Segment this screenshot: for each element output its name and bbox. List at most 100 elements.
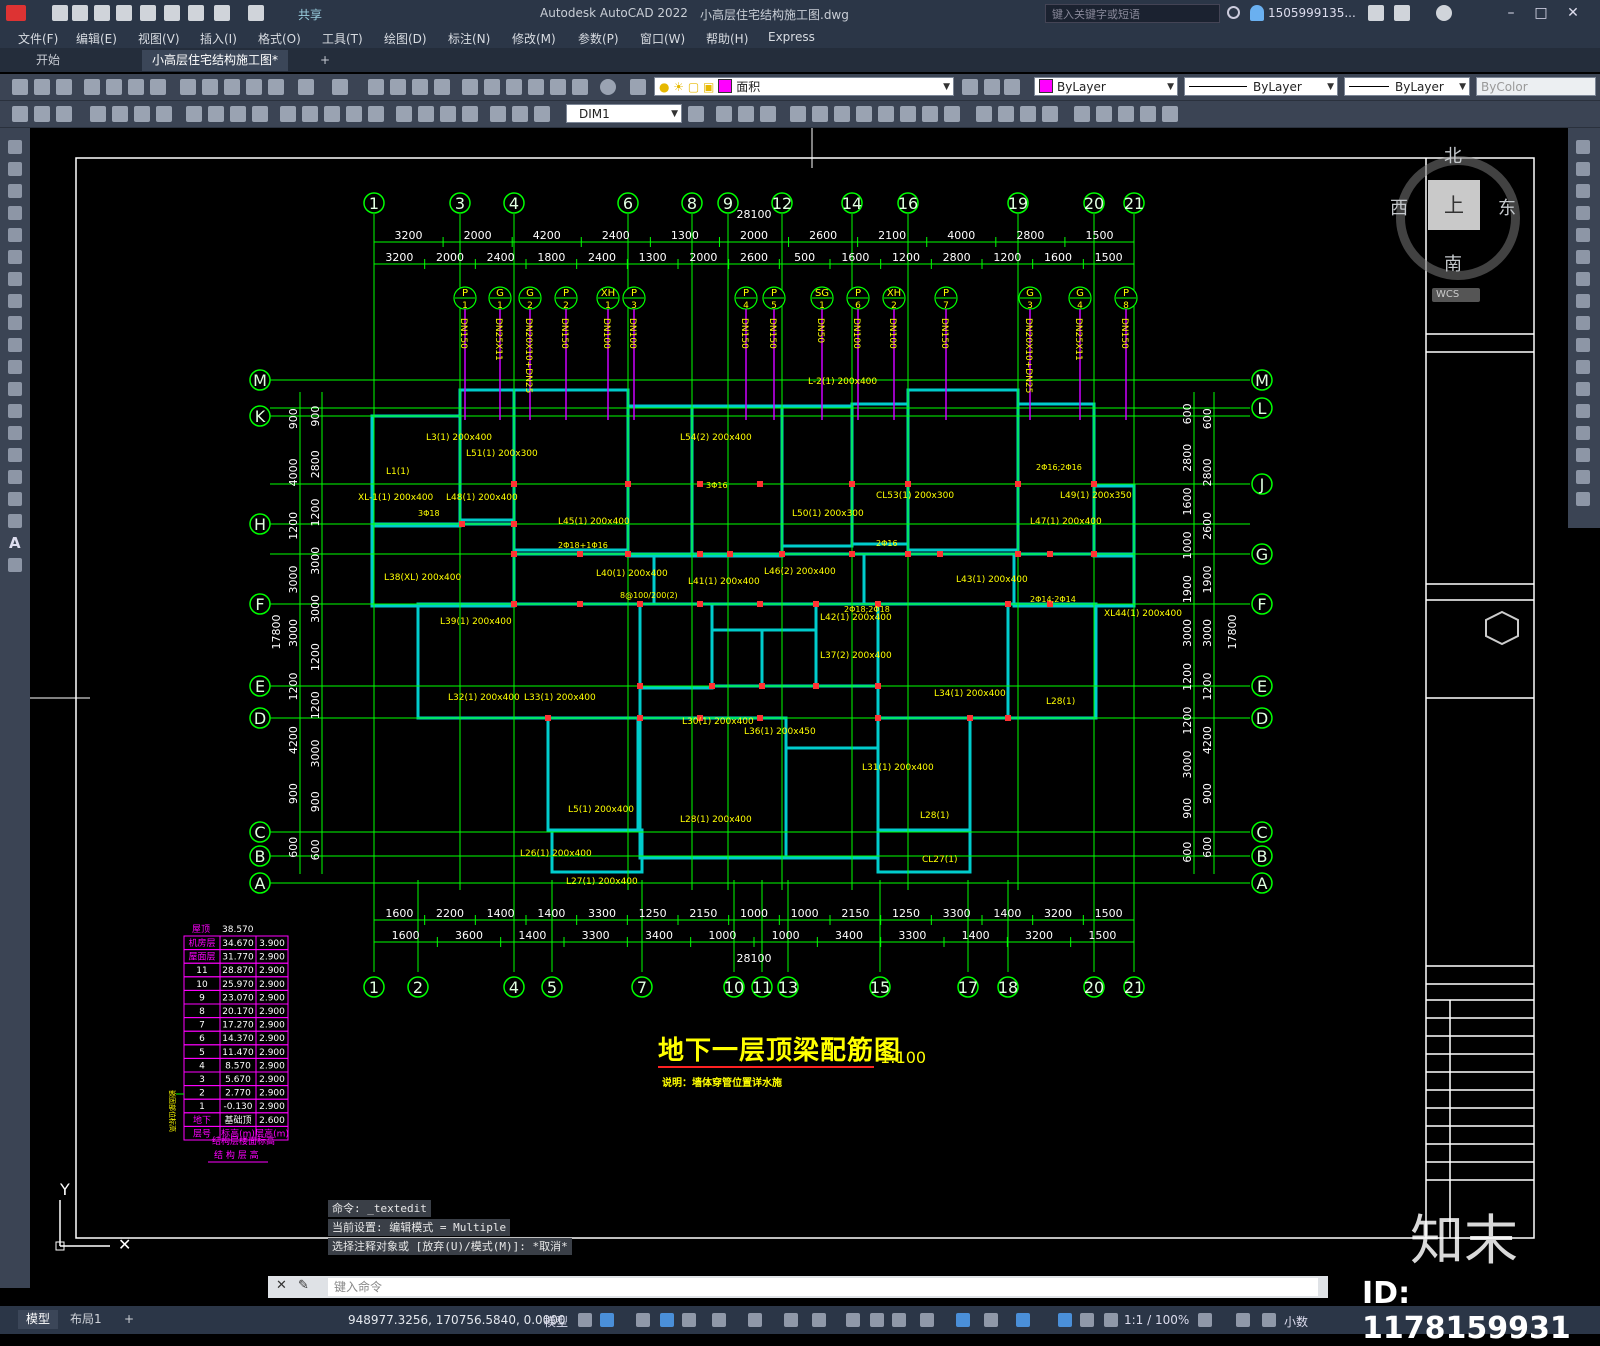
viewcube-east[interactable]: 东 bbox=[1498, 194, 1516, 220]
modify-tool-icon[interactable] bbox=[878, 106, 894, 122]
tab-model[interactable]: 模型 bbox=[18, 1310, 59, 1329]
coordinate-readout[interactable]: 948977.3256, 170756.5840, 0.0000 bbox=[348, 1313, 566, 1327]
menu-parameter[interactable]: 参数(P) bbox=[578, 30, 619, 47]
close-button[interactable]: ✕ bbox=[1562, 3, 1584, 23]
quickcalc-icon[interactable] bbox=[572, 79, 588, 95]
redo-icon[interactable] bbox=[332, 79, 348, 95]
annotation-visibility-icon[interactable] bbox=[1058, 1313, 1072, 1327]
ortho-icon[interactable] bbox=[682, 1313, 696, 1327]
linear-dim-icon[interactable] bbox=[90, 106, 106, 122]
menu-file[interactable]: 文件(F) bbox=[18, 30, 58, 47]
fillet-icon[interactable] bbox=[1576, 448, 1590, 462]
aligned-dim-icon[interactable] bbox=[112, 106, 128, 122]
undo-icon[interactable] bbox=[214, 5, 230, 21]
plotstyle-dropdown[interactable]: ByColor bbox=[1476, 77, 1596, 96]
dimstyle-icon[interactable] bbox=[688, 106, 704, 122]
quick-dim-icon[interactable] bbox=[280, 106, 296, 122]
menu-format[interactable]: 格式(O) bbox=[258, 30, 301, 47]
rotate-icon[interactable] bbox=[1576, 272, 1590, 286]
menu-draw[interactable]: 绘图(D) bbox=[384, 30, 427, 47]
transparency-icon[interactable] bbox=[870, 1313, 884, 1327]
center-mark-icon[interactable] bbox=[418, 106, 434, 122]
layer-tool-icon[interactable] bbox=[12, 106, 28, 122]
search-input[interactable]: 键入关键字或短语 bbox=[1045, 4, 1220, 23]
close-command-icon[interactable]: ✕ bbox=[276, 1278, 287, 1293]
lineweight-dropdown[interactable]: ByLayer ▼ bbox=[1344, 77, 1470, 96]
save-web-icon[interactable] bbox=[164, 5, 180, 21]
pan-icon[interactable] bbox=[368, 79, 384, 95]
copy-icon[interactable] bbox=[1576, 162, 1590, 176]
layer-properties-icon[interactable] bbox=[630, 79, 646, 95]
join-icon[interactable] bbox=[1576, 404, 1590, 418]
ordinate-dim-icon[interactable] bbox=[156, 106, 172, 122]
command-input[interactable]: 键入命令 bbox=[328, 1278, 1318, 1296]
tool-palettes-icon[interactable] bbox=[506, 79, 522, 95]
modify-tool-icon[interactable] bbox=[1074, 106, 1090, 122]
add-layout-button[interactable]: + bbox=[116, 1310, 142, 1329]
polyline-icon[interactable] bbox=[8, 184, 22, 198]
maximize-button[interactable]: □ bbox=[1530, 3, 1552, 23]
angular-dim-icon[interactable] bbox=[252, 106, 268, 122]
baseline-dim-icon[interactable] bbox=[302, 106, 318, 122]
sheet-set-icon[interactable] bbox=[528, 79, 544, 95]
selection-filter-icon[interactable] bbox=[984, 1313, 998, 1327]
menu-help[interactable]: 帮助(H) bbox=[706, 30, 748, 47]
user-icon[interactable] bbox=[1250, 5, 1264, 21]
new-icon[interactable] bbox=[12, 79, 28, 95]
blend-icon[interactable] bbox=[1576, 470, 1590, 484]
workspace-gear-icon[interactable] bbox=[1198, 1313, 1212, 1327]
grid-icon[interactable] bbox=[578, 1313, 592, 1327]
modify-tool-icon[interactable] bbox=[944, 106, 960, 122]
dim-update-icon[interactable] bbox=[534, 106, 550, 122]
modify-tool-icon[interactable] bbox=[716, 106, 732, 122]
menu-modify[interactable]: 修改(M) bbox=[512, 30, 556, 47]
menu-edit[interactable]: 编辑(E) bbox=[76, 30, 117, 47]
region-icon[interactable] bbox=[8, 492, 22, 506]
viewcube-north[interactable]: 北 bbox=[1444, 142, 1462, 168]
modify-tool-icon[interactable] bbox=[1118, 106, 1134, 122]
lineweight-icon[interactable] bbox=[846, 1313, 860, 1327]
infer-icon[interactable] bbox=[636, 1313, 650, 1327]
snap-icon[interactable] bbox=[600, 1313, 614, 1327]
help-icon[interactable] bbox=[1436, 5, 1452, 21]
layer-tool-icon[interactable] bbox=[56, 106, 72, 122]
3d-osnap-icon[interactable] bbox=[920, 1313, 934, 1327]
tab-layout1[interactable]: 布局1 bbox=[62, 1310, 110, 1329]
diameter-dim-icon[interactable] bbox=[230, 106, 246, 122]
selection-cycling-icon[interactable] bbox=[892, 1313, 906, 1327]
units-value[interactable]: 小数 bbox=[1284, 1313, 1308, 1330]
open-web-icon[interactable] bbox=[140, 5, 156, 21]
autodesk-app-icon[interactable] bbox=[1394, 5, 1410, 21]
modify-tool-icon[interactable] bbox=[790, 106, 806, 122]
modify-tool-icon[interactable] bbox=[1162, 106, 1178, 122]
open-icon[interactable] bbox=[34, 79, 50, 95]
modify-tool-icon[interactable] bbox=[922, 106, 938, 122]
arc-icon[interactable] bbox=[8, 250, 22, 264]
drawing-svg[interactable]: 281003200 2000 4200 2400 1300 2000 2600 2100 400… bbox=[30, 128, 1568, 1286]
menu-express[interactable]: Express bbox=[768, 30, 815, 44]
chamfer-icon[interactable] bbox=[1576, 426, 1590, 440]
ellipse-icon[interactable] bbox=[8, 338, 22, 352]
tab-active-drawing[interactable]: 小高层住宅结构施工图* bbox=[142, 50, 289, 71]
layer-states-icon[interactable] bbox=[1004, 79, 1020, 95]
polygon-icon[interactable] bbox=[8, 206, 22, 220]
dim-break-icon[interactable] bbox=[368, 106, 384, 122]
viewcube-west[interactable]: 西 bbox=[1390, 194, 1408, 220]
save-icon[interactable] bbox=[56, 79, 72, 95]
menu-dimension[interactable]: 标注(N) bbox=[448, 30, 490, 47]
modify-tool-icon[interactable] bbox=[1042, 106, 1058, 122]
save-as-icon[interactable] bbox=[116, 5, 132, 21]
array-icon[interactable] bbox=[1576, 228, 1590, 242]
arc-length-icon[interactable] bbox=[134, 106, 150, 122]
save-icon[interactable] bbox=[94, 5, 110, 21]
search-icon[interactable] bbox=[1227, 6, 1240, 19]
3d-print-icon[interactable] bbox=[150, 79, 166, 95]
line-icon[interactable] bbox=[8, 140, 22, 154]
menu-insert[interactable]: 插入(I) bbox=[200, 30, 237, 47]
inspection-icon[interactable] bbox=[440, 106, 456, 122]
object-snap-icon[interactable] bbox=[812, 1313, 826, 1327]
wcs-menu[interactable]: WCS bbox=[1432, 288, 1480, 302]
autoscale-icon[interactable] bbox=[1080, 1313, 1094, 1327]
undo-icon[interactable] bbox=[298, 79, 314, 95]
gradient-icon[interactable] bbox=[8, 470, 22, 484]
